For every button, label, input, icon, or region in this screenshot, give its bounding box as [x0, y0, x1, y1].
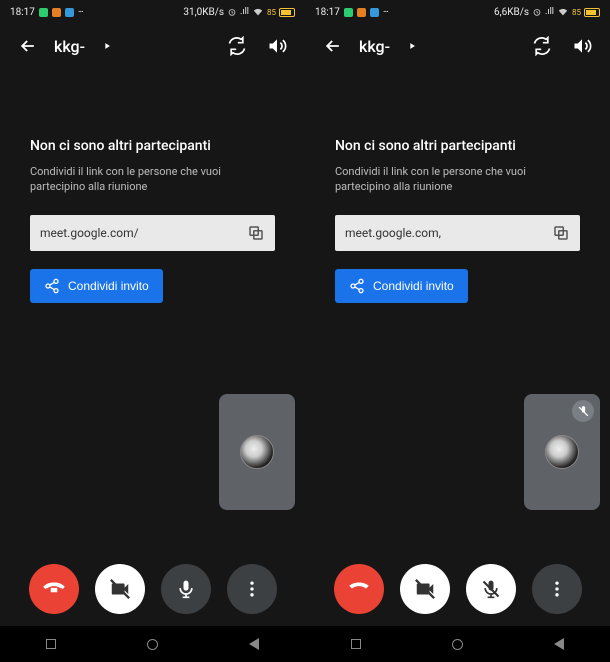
no-participants-heading: Non ci sono altri partecipanti: [30, 138, 275, 154]
hangup-icon: [41, 576, 67, 602]
wifi-icon: [557, 7, 569, 17]
share-invite-button[interactable]: Condividi invito: [30, 269, 163, 303]
screen-right: 18:17 ··· 6,6KB/s .ıll 85 kkg-: [305, 0, 610, 662]
hangup-button[interactable]: [334, 564, 384, 614]
notification-icon: [357, 8, 366, 17]
more-icon: [547, 579, 567, 599]
mic-off-icon: [577, 405, 590, 418]
back-button[interactable]: [14, 32, 42, 60]
whatsapp-icon: [344, 8, 353, 17]
hangup-icon: [346, 576, 372, 602]
alarm-icon: [227, 7, 237, 17]
nav-back[interactable]: [245, 635, 263, 653]
copy-icon: [247, 224, 265, 242]
camera-toggle-button[interactable]: [95, 564, 145, 614]
copy-link-button[interactable]: [247, 224, 265, 242]
nav-back[interactable]: [550, 635, 568, 653]
battery-pct: 85: [267, 8, 276, 17]
status-bar: 18:17 ··· 31,0KB/s .ıll 85: [0, 0, 305, 24]
camera-off-icon: [414, 578, 436, 600]
net-speed: 6,6KB/s: [494, 7, 529, 18]
volume-icon: [267, 36, 287, 56]
status-time: 18:17: [10, 7, 35, 18]
no-participants-heading: Non ci sono altri partecipanti: [335, 138, 580, 154]
status-bar: 18:17 ··· 6,6KB/s .ıll 85: [305, 0, 610, 24]
volume-button[interactable]: [263, 32, 291, 60]
self-video-pip[interactable]: [524, 394, 600, 510]
share-invite-label: Condividi invito: [373, 279, 454, 293]
back-icon: [323, 36, 343, 56]
nav-recents[interactable]: [347, 635, 365, 653]
nav-recents[interactable]: [42, 635, 60, 653]
nav-home[interactable]: [448, 635, 466, 653]
switch-camera-icon: [532, 36, 552, 56]
switch-camera-button[interactable]: [528, 32, 556, 60]
nav-bar: [305, 626, 610, 662]
battery-icon: [584, 8, 600, 17]
status-time: 18:17: [315, 7, 340, 18]
signal-icon: .ıll: [545, 7, 554, 17]
volume-button[interactable]: [568, 32, 596, 60]
meeting-link-box: meet.google.com,: [335, 215, 580, 251]
play-icon: [102, 41, 112, 51]
mic-off-icon: [481, 579, 501, 599]
share-instructions: Condividi il link con le persone che vuo…: [335, 164, 580, 195]
net-speed: 31,0KB/s: [183, 7, 224, 18]
share-invite-button[interactable]: Condividi invito: [335, 269, 468, 303]
more-notifications-icon: ···: [383, 7, 388, 18]
mic-toggle-button[interactable]: [161, 564, 211, 614]
copy-icon: [552, 224, 570, 242]
copy-link-button[interactable]: [552, 224, 570, 242]
meeting-code: kkg-: [359, 37, 390, 56]
avatar: [240, 435, 274, 469]
share-invite-label: Condividi invito: [68, 279, 149, 293]
expand-button[interactable]: [398, 32, 426, 60]
battery-pct: 85: [572, 8, 581, 17]
share-icon: [349, 278, 365, 294]
back-icon: [18, 36, 38, 56]
app-bar: kkg-: [305, 24, 610, 68]
more-notifications-icon: ···: [78, 7, 83, 18]
share-instructions: Condividi il link con le persone che vuo…: [30, 164, 275, 195]
meeting-code: kkg-: [54, 37, 85, 56]
avatar: [545, 435, 579, 469]
more-options-button[interactable]: [227, 564, 277, 614]
more-options-button[interactable]: [532, 564, 582, 614]
notification-icon: [370, 8, 379, 17]
camera-off-icon: [109, 578, 131, 600]
meeting-link: meet.google.com/: [40, 226, 247, 240]
meeting-link-box: meet.google.com/: [30, 215, 275, 251]
meeting-link: meet.google.com,: [345, 226, 552, 240]
content: Non ci sono altri partecipanti Condividi…: [0, 68, 305, 303]
wifi-icon: [252, 7, 264, 17]
content: Non ci sono altri partecipanti Condividi…: [305, 68, 610, 303]
pip-mute-badge: [572, 400, 594, 422]
share-icon: [44, 278, 60, 294]
notification-icon: [52, 8, 61, 17]
screen-left: 18:17 ··· 31,0KB/s .ıll 85 kkg-: [0, 0, 305, 662]
whatsapp-icon: [39, 8, 48, 17]
back-button[interactable]: [319, 32, 347, 60]
switch-camera-button[interactable]: [223, 32, 251, 60]
mic-toggle-button[interactable]: [466, 564, 516, 614]
camera-toggle-button[interactable]: [400, 564, 450, 614]
app-bar: kkg-: [0, 24, 305, 68]
more-icon: [242, 579, 262, 599]
alarm-icon: [532, 7, 542, 17]
hangup-button[interactable]: [29, 564, 79, 614]
battery-icon: [279, 8, 295, 17]
nav-bar: [0, 626, 305, 662]
call-controls: [305, 564, 610, 614]
notification-icon: [65, 8, 74, 17]
mic-icon: [176, 579, 196, 599]
call-controls: [0, 564, 305, 614]
volume-icon: [572, 36, 592, 56]
signal-icon: .ıll: [240, 7, 249, 17]
self-video-pip[interactable]: [219, 394, 295, 510]
switch-camera-icon: [227, 36, 247, 56]
nav-home[interactable]: [143, 635, 161, 653]
expand-button[interactable]: [93, 32, 121, 60]
play-icon: [407, 41, 417, 51]
